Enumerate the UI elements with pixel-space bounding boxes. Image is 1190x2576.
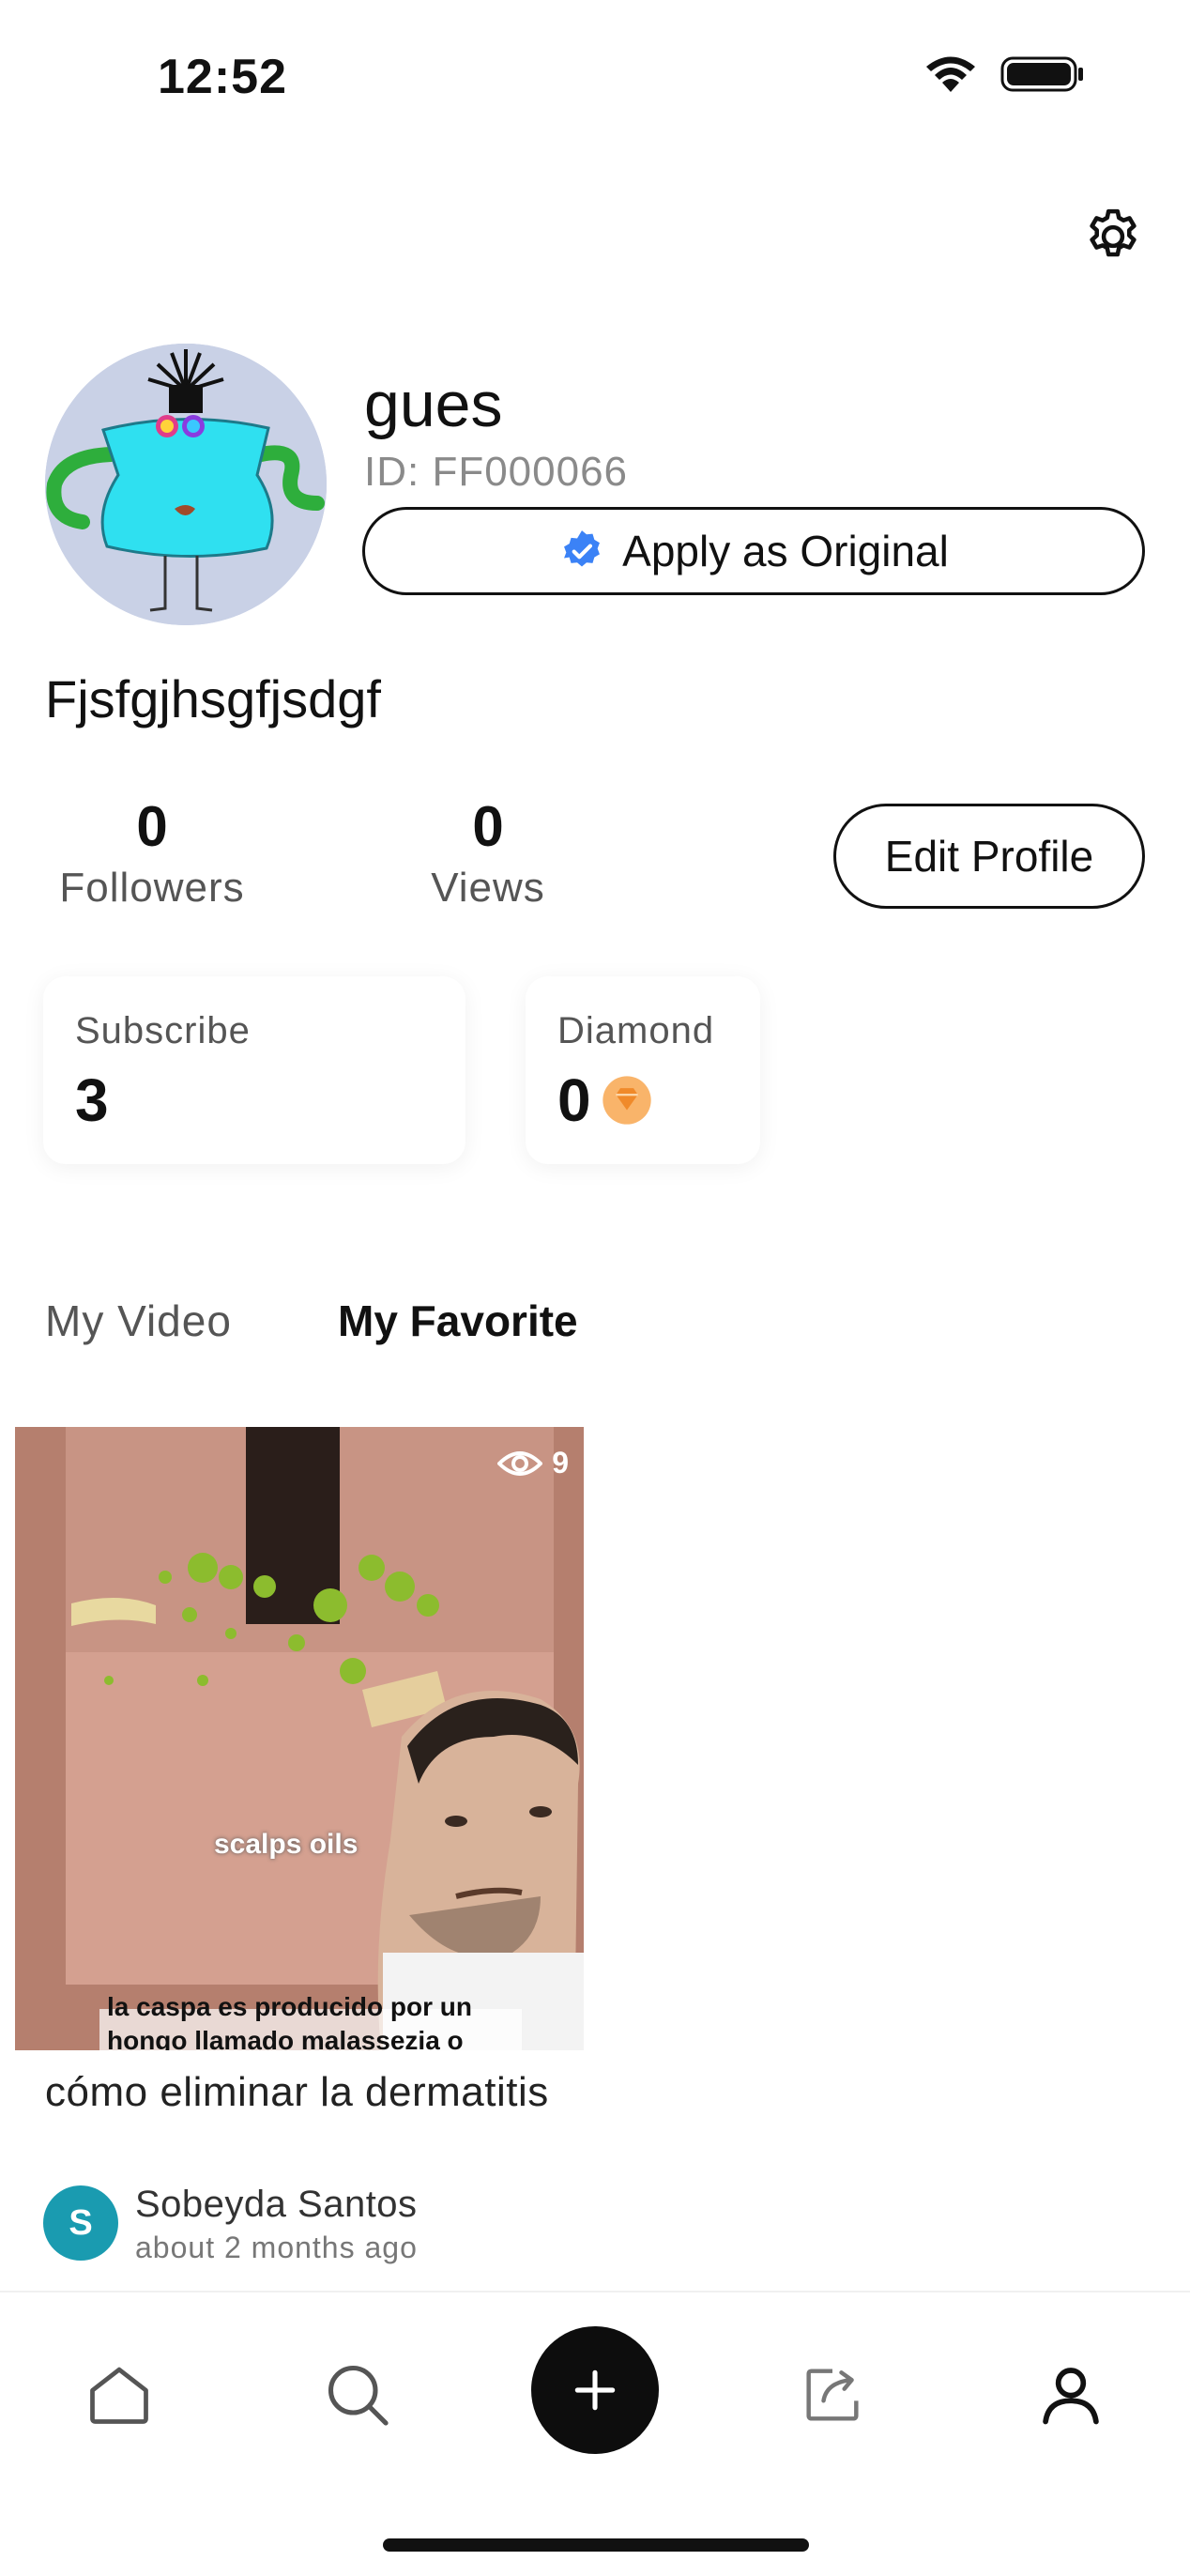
display-name: Fjsfgjhsgfjsdgf	[45, 669, 381, 728]
video-overlay-text: scalps oils	[214, 1829, 359, 1860]
diamond-label: Diamond	[557, 1010, 715, 1051]
search-icon	[328, 2365, 389, 2426]
tab-my-video[interactable]: My Video	[45, 1296, 232, 1346]
video-title[interactable]: cómo eliminar la dermatitis	[45, 2065, 571, 2120]
status-time: 12:52	[158, 50, 287, 104]
home-indicator	[383, 2538, 809, 2552]
views-badge: 9	[497, 1446, 569, 1480]
battery-icon	[1000, 56, 1083, 92]
apply-as-original-button[interactable]: Apply as Original	[362, 507, 1145, 595]
video-caption: la caspa es producido por un hongo llama…	[107, 1990, 472, 2050]
apply-button-label: Apply as Original	[622, 527, 949, 575]
user-id: ID: FF000066	[364, 449, 629, 495]
edit-profile-button[interactable]: Edit Profile	[833, 804, 1145, 909]
home-icon	[90, 2367, 148, 2424]
author-name[interactable]: Sobeyda Santos	[135, 2184, 418, 2226]
views-label: Views	[431, 865, 545, 911]
followers-label: Followers	[59, 865, 245, 911]
status-icons	[923, 54, 1085, 94]
profile-icon	[1043, 2368, 1099, 2425]
nav-search[interactable]	[315, 2353, 400, 2437]
diamond-value: 0	[557, 1066, 591, 1134]
video-caption-line-2: hongo llamado malassezia o	[107, 2026, 464, 2050]
verified-badge-icon	[564, 530, 601, 567]
wifi-icon	[926, 56, 975, 92]
views-count: 0	[472, 795, 504, 858]
nav-profile[interactable]	[1029, 2353, 1113, 2437]
diamond-icon	[602, 1076, 651, 1125]
nav-add-button[interactable]	[531, 2326, 659, 2454]
subscribe-label: Subscribe	[75, 1010, 251, 1051]
username: gues	[364, 369, 503, 440]
followers-count: 0	[136, 795, 168, 858]
share-icon	[806, 2369, 859, 2421]
subscribe-value: 3	[75, 1066, 109, 1134]
settings-button[interactable]	[1079, 203, 1147, 270]
add-icon	[574, 2369, 616, 2411]
nav-divider	[0, 2291, 1190, 2292]
eye-icon	[497, 1450, 543, 1476]
followers-stat[interactable]: 0 Followers	[38, 794, 267, 912]
subscribe-card[interactable]: Subscribe 3	[43, 976, 465, 1164]
views-stat: 0 Views	[375, 794, 601, 912]
views-count-badge: 9	[552, 1446, 569, 1480]
video-caption-line-1: la caspa es producido por un	[107, 1992, 472, 2021]
tab-my-favorite[interactable]: My Favorite	[338, 1296, 578, 1346]
nav-home[interactable]	[77, 2353, 161, 2437]
video-thumbnail[interactable]: 9 scalps oils la caspa es producido por …	[15, 1427, 584, 2050]
gear-icon	[1090, 208, 1137, 257]
nav-share[interactable]	[790, 2353, 875, 2437]
author-avatar[interactable]: S	[43, 2185, 118, 2261]
post-time: about 2 months ago	[135, 2231, 418, 2264]
avatar-drawing	[45, 344, 327, 625]
video-thumbnail-image	[15, 1427, 584, 2050]
diamond-card[interactable]: Diamond 0	[526, 976, 760, 1164]
avatar[interactable]	[45, 344, 327, 625]
